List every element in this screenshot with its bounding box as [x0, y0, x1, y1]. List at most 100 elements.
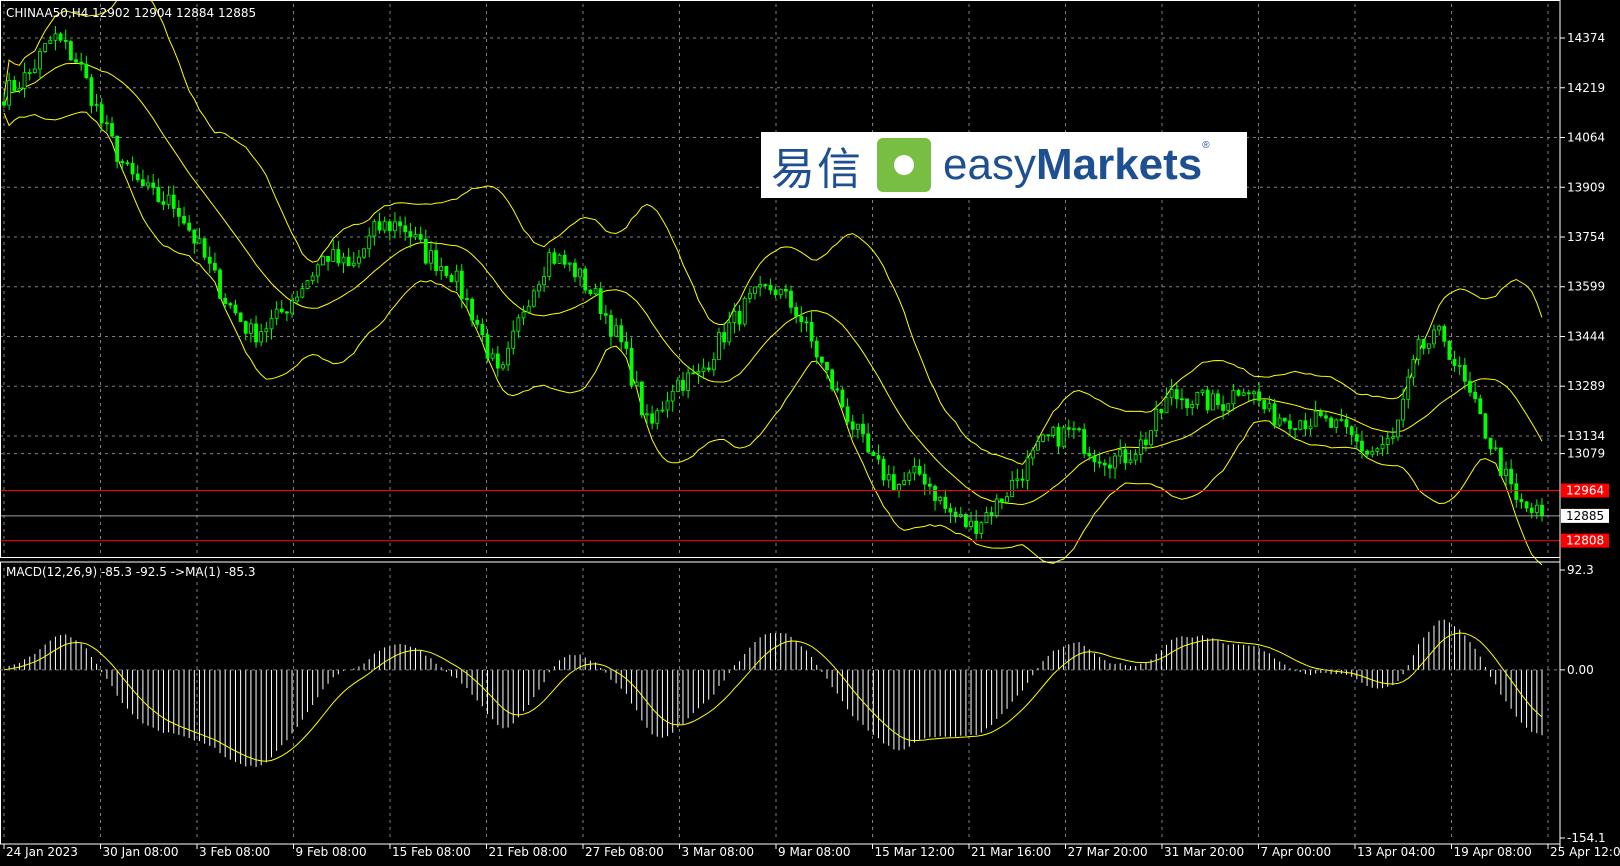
candle-body — [650, 413, 655, 424]
candle-body — [1113, 455, 1117, 469]
candle-body — [866, 433, 871, 453]
candle-body — [593, 288, 598, 295]
candle-body — [372, 221, 377, 237]
candle-body — [1262, 400, 1267, 410]
candle-body — [1498, 447, 1503, 476]
x-tick-label: 9 Mar 08:00 — [778, 845, 851, 859]
candle-body — [876, 455, 881, 460]
candle-body — [1524, 501, 1529, 509]
y-tick-label: 13754 — [1567, 230, 1605, 244]
candle-body — [274, 308, 279, 319]
price-levels: 12964 12885 12808 — [0, 483, 1609, 548]
candle-body — [747, 292, 752, 299]
candle-body — [1354, 434, 1359, 442]
candle-body — [701, 367, 706, 372]
candle-body — [22, 72, 27, 89]
candle-body — [794, 306, 799, 317]
candle-body — [110, 123, 114, 137]
candle-body — [598, 288, 603, 315]
candle-body — [434, 250, 438, 271]
candle-body — [1288, 420, 1292, 430]
candle-body — [1375, 448, 1380, 452]
candle-body — [439, 266, 444, 271]
candle-body — [161, 201, 166, 205]
candle-body — [1118, 449, 1123, 457]
candle-body — [259, 331, 264, 343]
candle-body — [902, 480, 907, 485]
price-chart[interactable]: 12964 12885 12808 14374 14219 14064 13909 1375… — [0, 0, 1620, 862]
candle-body — [562, 254, 567, 265]
candle-body — [104, 122, 109, 125]
candle-body — [269, 317, 274, 330]
candle-body — [135, 173, 140, 181]
candle-body — [783, 288, 788, 292]
candle-body — [753, 286, 757, 294]
x-tick-label: 21 Mar 16:00 — [971, 845, 1051, 859]
candle-body — [922, 473, 927, 485]
candle-body — [542, 276, 547, 286]
candle-body — [1200, 389, 1205, 393]
x-tick-label: 3 Mar 08:00 — [682, 845, 755, 859]
candle-body — [1108, 464, 1112, 469]
candle-body — [212, 262, 217, 271]
candle-body — [1046, 434, 1051, 437]
candle-body — [1015, 478, 1020, 481]
candle-body — [12, 80, 17, 92]
candle-body — [1144, 439, 1148, 446]
candle-body — [310, 275, 315, 282]
candle-body — [1272, 403, 1277, 426]
candle-body — [89, 77, 94, 106]
candle-body — [1010, 480, 1015, 498]
candle-body — [917, 465, 922, 475]
y-tick-label: 14374 — [1567, 31, 1605, 45]
candle-body — [449, 275, 454, 283]
macd-panel — [3, 619, 1543, 768]
y-tick-label: 13079 — [1567, 447, 1605, 461]
candle-body — [326, 255, 330, 262]
candle-body — [300, 288, 305, 298]
candle-body — [1056, 426, 1061, 447]
candle-body — [403, 225, 408, 233]
bb-upper — [3, 0, 1543, 465]
candle-body — [696, 371, 701, 374]
chart-window: 12964 12885 12808 14374 14219 14064 13909 1375… — [0, 0, 1620, 862]
candle-body — [665, 400, 670, 411]
candle-body — [516, 317, 521, 332]
candle-body — [444, 266, 449, 276]
candle-body — [1468, 380, 1472, 393]
candle-body — [279, 308, 284, 313]
candle-body — [32, 68, 37, 73]
candle-body — [778, 288, 783, 296]
candle-body — [418, 234, 423, 240]
candle-body — [341, 256, 346, 264]
candle-body — [722, 332, 727, 343]
candle-body — [871, 451, 876, 456]
candle-body — [999, 498, 1004, 503]
candle-body — [603, 313, 608, 316]
candle-body — [583, 268, 588, 291]
candle-body — [454, 270, 459, 283]
grid — [0, 4, 1560, 840]
candle-body — [1483, 413, 1488, 439]
candle-body — [501, 364, 505, 369]
candle-body — [732, 311, 737, 324]
x-tick-label: 21 Feb 08:00 — [489, 845, 568, 859]
candle-body — [943, 496, 948, 509]
candle-body — [1401, 398, 1406, 421]
candle-body — [331, 249, 336, 262]
candle-body — [835, 388, 840, 391]
candle-body — [578, 268, 583, 278]
candle-body — [495, 353, 500, 369]
candle-body — [979, 522, 984, 534]
candle-body — [387, 221, 392, 232]
candle-body — [146, 182, 150, 187]
candle-body — [1087, 453, 1092, 457]
candle-body — [1061, 427, 1066, 447]
candle-body — [465, 298, 469, 300]
candle-body — [1267, 403, 1272, 410]
x-tick-label: 27 Feb 08:00 — [585, 845, 664, 859]
candle-body — [789, 290, 793, 308]
candle-body — [305, 280, 310, 290]
candle-body — [346, 256, 351, 267]
candle-body — [377, 221, 382, 231]
